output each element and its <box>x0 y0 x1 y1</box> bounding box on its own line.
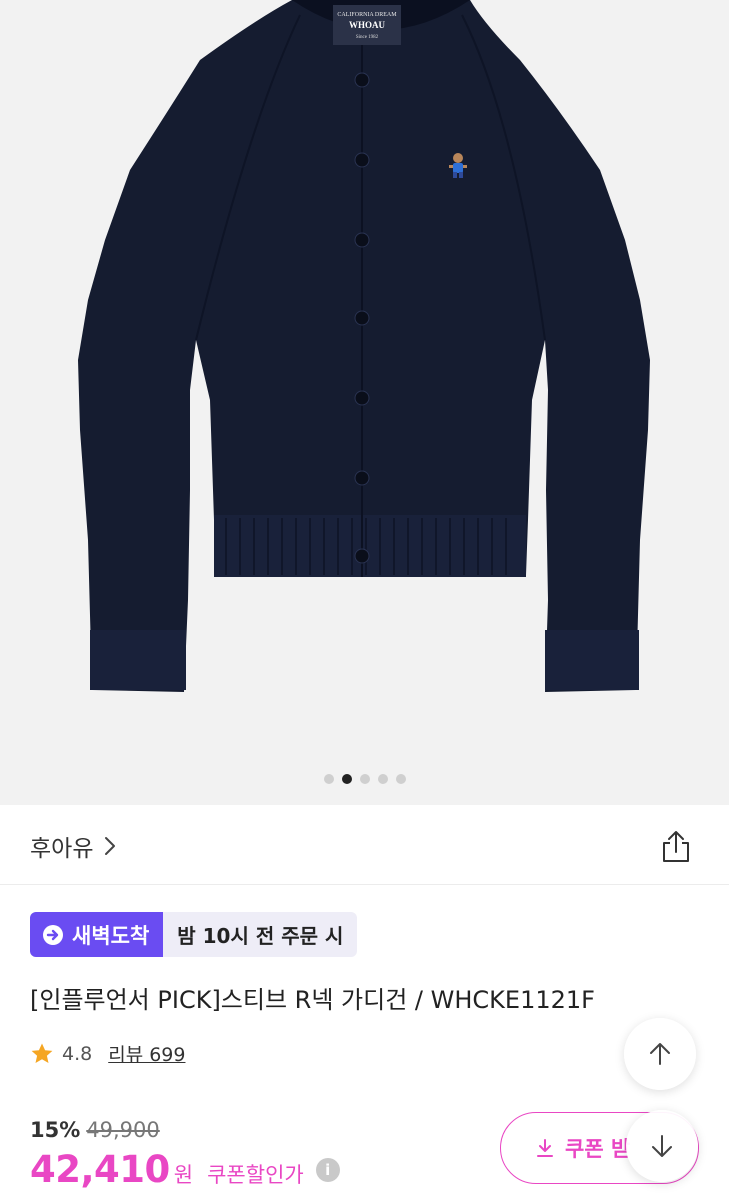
carousel-dot-active[interactable] <box>341 774 352 784</box>
scroll-bottom-button[interactable] <box>626 1110 698 1182</box>
arrow-down-icon <box>652 1135 672 1157</box>
svg-text:WHOAU: WHOAU <box>349 20 386 30</box>
original-price: 49,900 <box>86 1118 160 1142</box>
coupon-button-label: 쿠폰 받 <box>565 1137 631 1161</box>
info-icon[interactable]: i <box>315 1157 340 1182</box>
svg-text:CALIFORNIA DREAM: CALIFORNIA DREAM <box>337 12 397 18</box>
price-summary: 15% 49,900 <box>30 1118 160 1142</box>
coupon-price-label: 쿠폰할인가 <box>207 1163 304 1187</box>
carousel-dot[interactable] <box>395 774 406 784</box>
arrow-circle-icon <box>43 924 63 945</box>
download-icon <box>537 1139 553 1157</box>
delivery-badge: 새벽도착 밤 10시 전 주문 시 <box>30 912 358 957</box>
scroll-top-button[interactable] <box>624 1018 696 1090</box>
carousel-dot[interactable] <box>377 774 388 784</box>
cardigan-body <box>78 0 650 692</box>
currency-unit: 원 <box>173 1163 194 1187</box>
product-image-carousel[interactable]: CALIFORNIA DREAM WHOAU Since 1982 <box>0 0 729 805</box>
brand-name: 후아유 <box>30 836 94 862</box>
neck-label: CALIFORNIA DREAM WHOAU Since 1982 <box>333 5 401 45</box>
review-count-link[interactable]: 리뷰 699 <box>108 1040 185 1067</box>
rating-row: 4.8 리뷰 699 <box>30 1040 185 1067</box>
sale-price-row: 42,410 원 쿠폰할인가 i <box>30 1148 340 1191</box>
arrow-up-icon <box>650 1043 670 1065</box>
svg-text:Since 1982: Since 1982 <box>356 35 379 40</box>
share-icon[interactable] <box>658 829 694 865</box>
discount-rate: 15% <box>30 1118 81 1142</box>
carousel-dot[interactable] <box>359 774 370 784</box>
delivery-condition: 밤 10시 전 주문 시 <box>163 912 358 957</box>
carousel-indicator <box>0 774 729 784</box>
product-image: CALIFORNIA DREAM WHOAU Since 1982 <box>78 0 650 692</box>
delivery-label: 새벽도착 <box>72 923 150 948</box>
chevron-right-icon <box>105 837 116 855</box>
rating-value: 4.8 <box>62 1042 93 1065</box>
brand-link[interactable]: 후아유 <box>30 829 117 863</box>
dawn-delivery-badge: 새벽도착 <box>30 912 164 957</box>
product-title: [인플루언서 PICK]스티브 R넥 가디건 / WHCKE1121F <box>30 986 595 1014</box>
carousel-dot[interactable] <box>323 774 334 784</box>
sale-price: 42,410 <box>30 1148 170 1191</box>
star-icon <box>31 1043 53 1063</box>
brand-row: 후아유 <box>0 805 729 885</box>
